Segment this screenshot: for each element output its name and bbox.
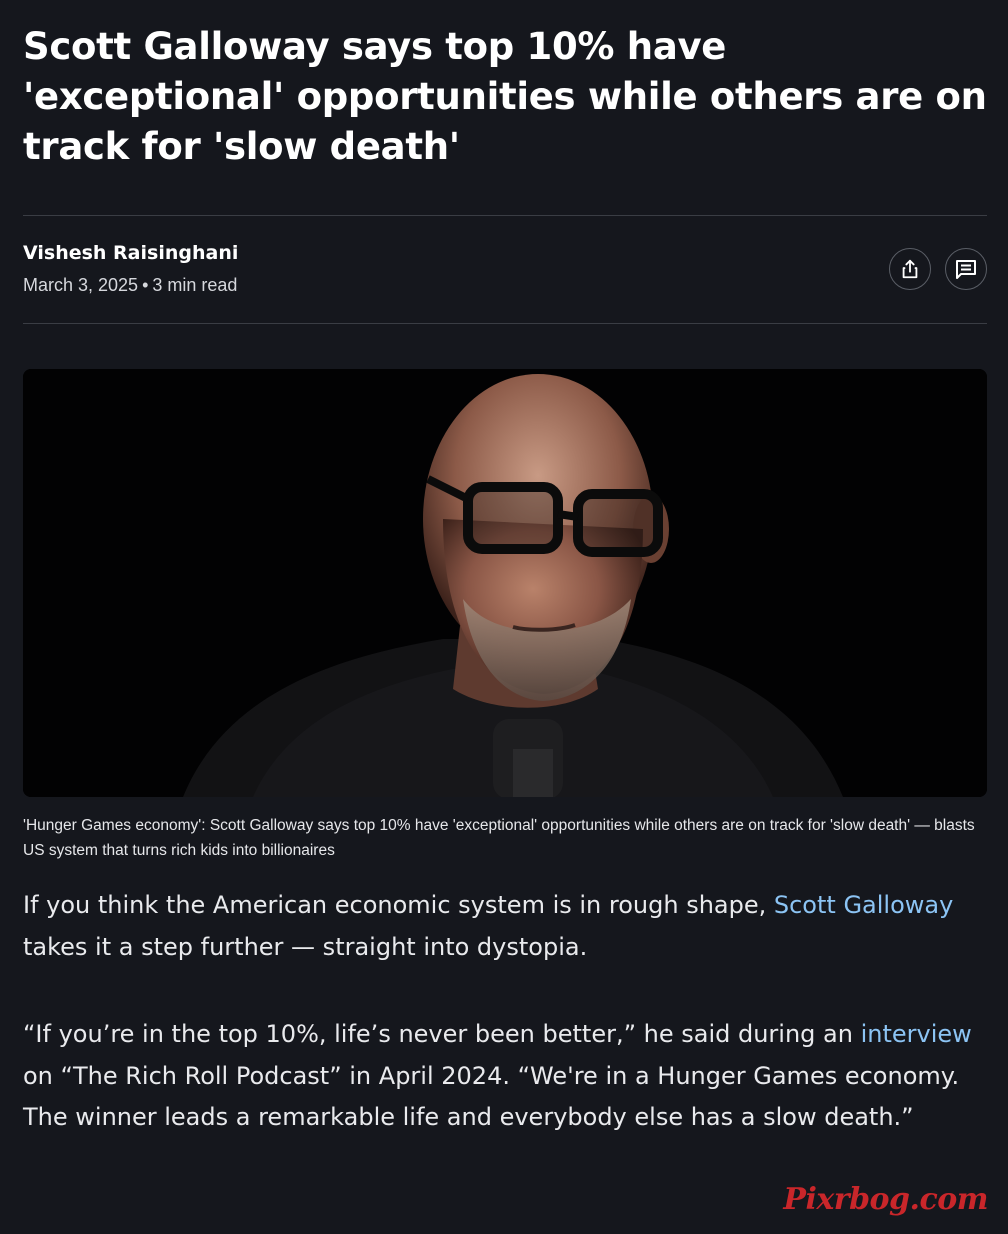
paragraph-1-text-b: takes it a step further — straight into … [23, 932, 588, 961]
share-button[interactable] [889, 248, 931, 290]
article-actions [889, 248, 987, 290]
paragraph-1-text-a: If you think the American economic syste… [23, 891, 774, 919]
article: Scott Galloway says top 10% have 'except… [23, 0, 987, 1139]
dateline: March 3, 2025 • 3 min read [23, 275, 237, 296]
paragraph-1: If you think the American economic syste… [23, 885, 987, 968]
image-caption: 'Hunger Games economy': Scott Galloway s… [23, 817, 975, 859]
paragraph-2: “If you’re in the top 10%, life’s never … [23, 1014, 987, 1139]
share-icon [902, 259, 918, 279]
comments-button[interactable] [945, 248, 987, 290]
hero-image[interactable] [23, 369, 987, 797]
article-title: Scott Galloway says top 10% have 'except… [23, 25, 987, 168]
interview-link[interactable]: interview [861, 1020, 972, 1048]
comment-icon [956, 260, 976, 279]
paragraph-2-text-b: on “The Rich Roll Podcast” in April 2024… [23, 1061, 960, 1132]
byline: Vishesh Raisinghani March 3, 2025 • 3 min … [23, 216, 987, 323]
portrait-illustration [23, 369, 987, 797]
divider-bottom [23, 323, 987, 324]
scott-galloway-link[interactable]: Scott Galloway [774, 891, 953, 919]
separator-dot: • [142, 275, 149, 295]
read-time: 3 min read [152, 275, 238, 295]
paragraph-2-text-a: “If you’re in the top 10%, life’s never … [23, 1020, 861, 1048]
publish-date: March 3, 2025 [23, 275, 139, 295]
watermark: Pixrbog.com [783, 1182, 988, 1217]
author-name[interactable]: Vishesh Raisinghani [23, 242, 238, 264]
